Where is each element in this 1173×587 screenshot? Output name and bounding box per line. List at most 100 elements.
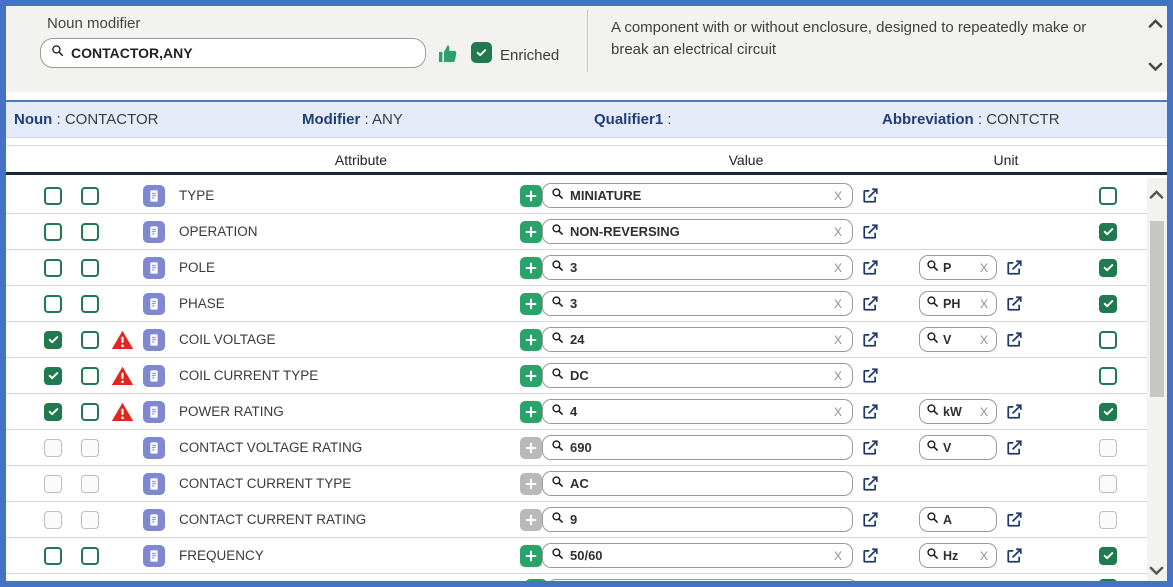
row-select-checkbox[interactable] <box>44 187 62 205</box>
clear-value-icon[interactable]: X <box>832 549 844 563</box>
row-flag-checkbox[interactable] <box>81 259 99 277</box>
clear-value-icon[interactable]: X <box>832 189 844 203</box>
scroll-up-icon[interactable] <box>1149 186 1164 197</box>
value-external-link-icon[interactable] <box>861 258 881 278</box>
row-select-checkbox[interactable] <box>44 547 62 565</box>
clear-unit-icon[interactable]: X <box>978 333 990 347</box>
value-external-link-icon[interactable] <box>861 546 881 566</box>
noun-modifier-search-input[interactable]: CONTACTOR,ANY <box>40 38 426 68</box>
clear-value-icon[interactable]: X <box>832 369 844 383</box>
unit-external-link-icon[interactable] <box>1005 330 1025 350</box>
value-input[interactable]: 3X <box>542 255 853 280</box>
clear-unit-icon[interactable]: X <box>978 297 990 311</box>
value-external-link-icon[interactable] <box>861 186 881 206</box>
unit-input[interactable]: PX <box>919 255 997 280</box>
row-approve-checkbox[interactable] <box>1099 403 1117 421</box>
row-select-checkbox[interactable] <box>44 259 62 277</box>
attribute-document-icon[interactable] <box>143 221 165 243</box>
unit-input[interactable]: kWX <box>919 399 997 424</box>
clear-unit-icon[interactable]: X <box>978 549 990 563</box>
row-select-checkbox[interactable] <box>44 367 62 385</box>
value-external-link-icon[interactable] <box>866 579 886 581</box>
value-input[interactable]: 24X <box>542 327 853 352</box>
attribute-document-icon[interactable] <box>143 185 165 207</box>
unit-input[interactable]: VX <box>919 327 997 352</box>
row-approve-checkbox[interactable] <box>1099 331 1117 349</box>
value-input[interactable]: 50/60X <box>542 543 853 568</box>
value-external-link-icon[interactable] <box>861 510 881 530</box>
row-flag-checkbox[interactable] <box>81 367 99 385</box>
attribute-document-icon[interactable] <box>143 293 165 315</box>
value-external-link-icon[interactable] <box>861 294 881 314</box>
add-value-button[interactable] <box>520 185 542 207</box>
row-approve-checkbox[interactable] <box>1099 295 1117 313</box>
row-flag-checkbox[interactable] <box>81 295 99 313</box>
value-external-link-icon[interactable] <box>861 222 881 242</box>
value-input[interactable]: MINIATUREX <box>542 183 853 208</box>
attribute-document-icon[interactable] <box>143 257 165 279</box>
attribute-document-icon[interactable] <box>143 509 165 531</box>
unit-input[interactable]: A <box>919 507 997 532</box>
value-input[interactable]: 690 <box>542 435 853 460</box>
row-approve-checkbox[interactable] <box>1099 367 1117 385</box>
value-external-link-icon[interactable] <box>861 474 881 494</box>
scrollbar-thumb[interactable] <box>1150 221 1164 397</box>
row-select-checkbox[interactable] <box>44 331 62 349</box>
row-select-checkbox[interactable] <box>44 223 62 241</box>
row-flag-checkbox[interactable] <box>81 187 99 205</box>
attribute-document-icon[interactable] <box>143 473 165 495</box>
row-flag-checkbox[interactable] <box>81 331 99 349</box>
add-value-button[interactable] <box>520 257 542 279</box>
add-value-button[interactable] <box>520 545 542 567</box>
clear-value-icon[interactable]: X <box>832 297 844 311</box>
description-scrollbar[interactable] <box>1145 11 1165 73</box>
unit-external-link-icon[interactable] <box>1005 294 1025 314</box>
row-approve-checkbox[interactable] <box>1099 187 1117 205</box>
attribute-document-icon[interactable] <box>143 365 165 387</box>
attribute-document-icon[interactable] <box>143 401 165 423</box>
unit-external-link-icon[interactable] <box>1005 402 1025 422</box>
value-external-link-icon[interactable] <box>861 330 881 350</box>
value-input[interactable]: NON-REVERSINGX <box>542 219 853 244</box>
row-flag-checkbox[interactable] <box>81 547 99 565</box>
chevron-up-icon[interactable] <box>1148 15 1163 26</box>
add-value-button[interactable] <box>520 293 542 315</box>
attribute-document-icon[interactable] <box>143 329 165 351</box>
enriched-checkbox[interactable] <box>471 42 492 63</box>
row-approve-checkbox[interactable] <box>1099 223 1117 241</box>
table-scrollbar[interactable] <box>1147 178 1167 581</box>
row-approve-checkbox[interactable] <box>1099 259 1117 277</box>
chevron-down-icon[interactable] <box>1148 58 1163 69</box>
add-value-button[interactable] <box>520 329 542 351</box>
value-input[interactable]: 3X <box>542 291 853 316</box>
value-input[interactable]: DCX <box>542 363 853 388</box>
unit-external-link-icon[interactable] <box>1005 546 1025 566</box>
value-external-link-icon[interactable] <box>861 402 881 422</box>
row-flag-checkbox[interactable] <box>81 223 99 241</box>
unit-external-link-icon[interactable] <box>1005 510 1025 530</box>
clear-value-icon[interactable]: X <box>832 405 844 419</box>
clear-value-icon[interactable]: X <box>832 225 844 239</box>
value-input[interactable]: AC <box>542 471 853 496</box>
add-value-button[interactable] <box>525 579 547 581</box>
clear-value-icon[interactable]: X <box>832 261 844 275</box>
row-flag-checkbox[interactable] <box>81 403 99 421</box>
row-select-checkbox[interactable] <box>44 403 62 421</box>
row-select-checkbox[interactable] <box>44 295 62 313</box>
value-external-link-icon[interactable] <box>861 366 881 386</box>
add-value-button[interactable] <box>520 365 542 387</box>
unit-input[interactable]: HzX <box>919 543 997 568</box>
scroll-down-icon[interactable] <box>1149 562 1164 573</box>
unit-external-link-icon[interactable] <box>1005 258 1025 278</box>
add-value-button[interactable] <box>520 221 542 243</box>
unit-input[interactable]: PHX <box>919 291 997 316</box>
attribute-document-icon[interactable] <box>143 545 165 567</box>
unit-input[interactable]: V <box>919 435 997 460</box>
clear-unit-icon[interactable]: X <box>978 261 990 275</box>
value-input[interactable] <box>547 579 858 581</box>
add-value-button[interactable] <box>520 401 542 423</box>
clear-value-icon[interactable]: X <box>832 333 844 347</box>
thumbs-up-icon[interactable] <box>437 42 461 66</box>
row-approve-checkbox[interactable] <box>1099 547 1117 565</box>
attribute-document-icon[interactable] <box>143 437 165 459</box>
